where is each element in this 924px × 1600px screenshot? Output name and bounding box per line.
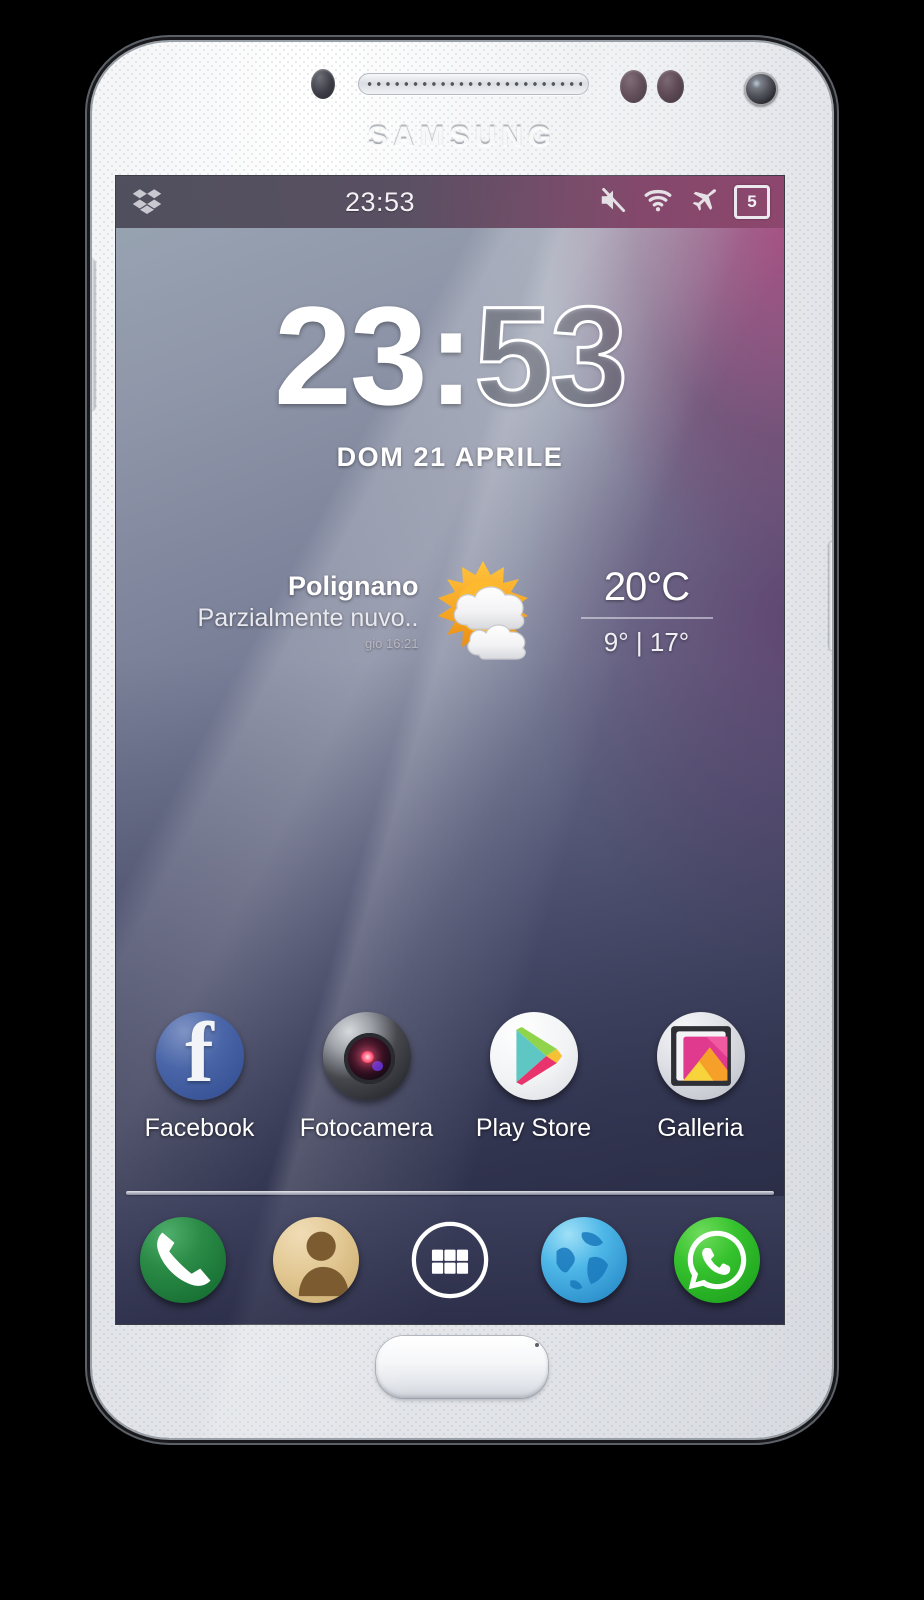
weather-updated-time: gio 16:21	[365, 636, 419, 651]
status-bar-center: 23:53	[162, 187, 598, 218]
app-drawer-icon[interactable]	[407, 1217, 493, 1303]
phone-screen[interactable]: 23:53 5 23:53 DOM 21 APRILE Polignano Pa…	[116, 176, 784, 1324]
power-button[interactable]	[829, 542, 832, 650]
dock-item-app-drawer[interactable]	[383, 1217, 517, 1303]
weather-condition: Parzialmente nuvo..	[197, 604, 419, 632]
volume-rocker-button[interactable]	[92, 260, 95, 410]
facebook-icon[interactable]	[155, 1012, 244, 1100]
airplane-mode-icon	[688, 185, 720, 220]
home-button[interactable]	[376, 1336, 548, 1398]
contacts-icon[interactable]	[273, 1217, 360, 1303]
app-label: Facebook	[144, 1114, 255, 1142]
dock-item-telefono[interactable]	[116, 1217, 250, 1303]
proximity-sensor-icon	[311, 69, 335, 99]
status-bar: 23:53 5	[116, 176, 784, 228]
dock-bar	[116, 1196, 784, 1324]
earpiece-speaker	[358, 73, 589, 95]
weather-current-temp: 20°C	[603, 564, 690, 609]
weather-city: Polignano	[288, 571, 419, 601]
app-label: Galleria	[657, 1114, 744, 1142]
status-bar-left	[116, 185, 162, 220]
dropbox-icon	[132, 185, 162, 220]
whatsapp-icon[interactable]	[674, 1217, 761, 1303]
status-bar-clock: 23:53	[344, 186, 416, 217]
app-label: Play Store	[475, 1114, 592, 1142]
gesture-sensor-icon	[657, 70, 684, 103]
sun-behind-cloud-icon	[429, 551, 549, 671]
phone-icon[interactable]	[139, 1217, 226, 1303]
weather-text-block: Polignano Parzialmente nuvo.. gio 16:21	[174, 571, 429, 651]
dock-item-whatsapp[interactable]	[650, 1217, 784, 1303]
app-item-galleria[interactable]: Galleria	[617, 1012, 784, 1143]
app-grid: Facebook Fotocamera	[116, 1012, 784, 1143]
front-camera-icon	[744, 72, 778, 106]
weather-widget[interactable]: Polignano Parzialmente nuvo.. gio 16:21	[116, 551, 784, 671]
light-sensor-icon	[620, 70, 647, 103]
clock-date: DOM 21 APRILE	[336, 442, 564, 472]
camera-icon[interactable]	[322, 1012, 411, 1100]
app-label: Fotocamera	[299, 1114, 434, 1142]
app-item-fotocamera[interactable]: Fotocamera	[283, 1012, 450, 1143]
play-store-icon[interactable]	[489, 1012, 578, 1100]
weather-divider	[580, 616, 713, 619]
dock-item-contatti[interactable]	[250, 1217, 384, 1303]
clock-time: 23:53	[116, 284, 784, 427]
clock-separator: :	[427, 277, 475, 434]
clock-hours: 23	[273, 277, 428, 434]
dock-separator	[126, 1191, 774, 1195]
app-item-play-store[interactable]: Play Store	[450, 1012, 617, 1143]
dock-item-internet[interactable]	[517, 1217, 651, 1303]
phone-device: SAMSUNG 23:53 5 23:53 DOM 21 APRILE Poli…	[92, 42, 832, 1438]
clock-widget[interactable]: 23:53 DOM 21 APRILE	[116, 284, 784, 473]
wifi-icon	[642, 185, 674, 220]
brand-logo: SAMSUNG	[92, 120, 832, 154]
weather-temperature-block: 20°C 9° | 17°	[549, 565, 727, 658]
mute-icon	[598, 185, 628, 220]
app-item-facebook[interactable]: Facebook	[116, 1012, 283, 1143]
notification-count-badge[interactable]: 5	[734, 185, 770, 219]
status-bar-right: 5	[598, 185, 784, 220]
screenshot-stage: SAMSUNG 23:53 5 23:53 DOM 21 APRILE Poli…	[0, 0, 924, 1600]
speaker-grille	[365, 79, 582, 89]
clock-minutes: 53	[473, 277, 630, 434]
browser-globe-icon[interactable]	[540, 1217, 627, 1303]
weather-temp-range: 9° | 17°	[603, 626, 690, 657]
gallery-icon[interactable]	[656, 1012, 745, 1100]
